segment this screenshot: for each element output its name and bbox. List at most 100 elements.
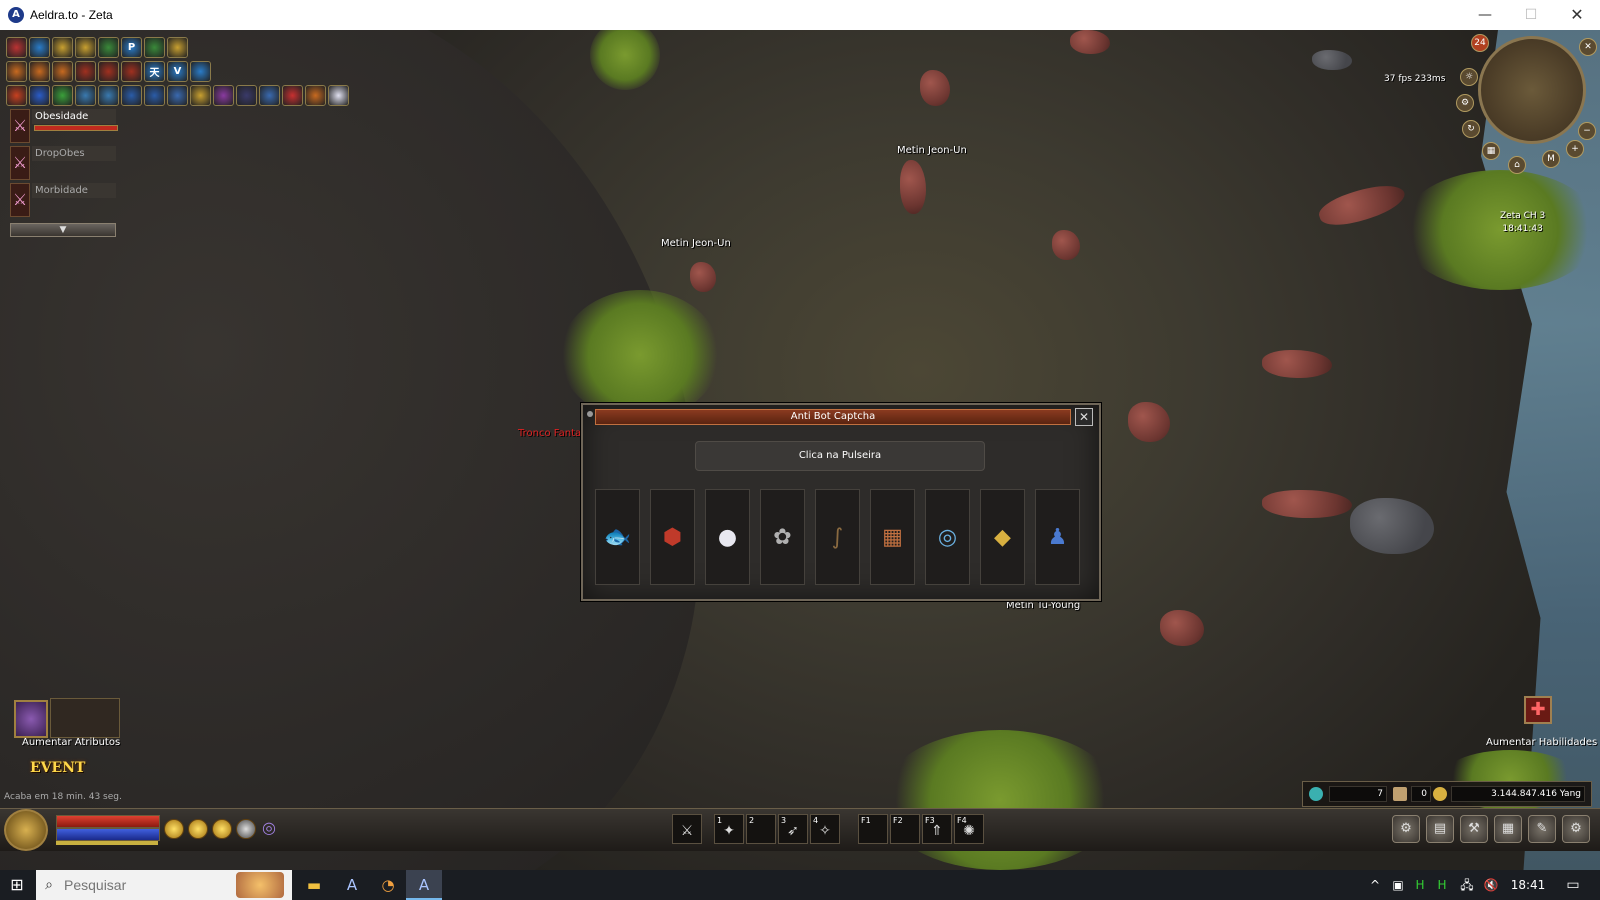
skill-icon[interactable] — [144, 37, 165, 58]
quickslot[interactable]: 1 ✦ — [714, 814, 744, 844]
quickslot[interactable]: F3 ⇑ — [922, 814, 952, 844]
quickslot[interactable]: F1 — [858, 814, 888, 844]
volume-muted-icon[interactable]: 🔇 — [1480, 870, 1502, 900]
party-member[interactable]: ⚔ Obesidade — [10, 109, 118, 143]
captcha-item-slot[interactable]: ⬢ — [650, 489, 695, 585]
quickslot[interactable]: 2 — [746, 814, 776, 844]
skill-icon[interactable] — [29, 37, 50, 58]
captcha-title[interactable]: Anti Bot Captcha — [595, 409, 1071, 425]
skill-icon[interactable] — [98, 37, 119, 58]
captcha-item-slot[interactable]: ● — [705, 489, 750, 585]
party-member[interactable]: ⚔ Morbidade — [10, 183, 118, 217]
calendar-icon[interactable]: ▦ — [1482, 142, 1500, 160]
skill-icon[interactable] — [75, 61, 96, 82]
skill-icon[interactable] — [98, 61, 119, 82]
event-button[interactable]: EVENT — [30, 760, 85, 776]
metin-stone[interactable] — [1052, 230, 1080, 260]
character-portrait[interactable] — [14, 700, 48, 738]
increase-skills-icon[interactable]: ✚ — [1524, 696, 1552, 724]
skill-icon[interactable]: P — [121, 37, 142, 58]
quickslot[interactable]: 4 ✧ — [810, 814, 840, 844]
buff-icon[interactable] — [29, 85, 50, 106]
buff-icon[interactable] — [121, 85, 142, 106]
zoom-in-icon[interactable]: + — [1566, 140, 1584, 158]
skill-icon[interactable] — [75, 37, 96, 58]
metin-stone[interactable] — [1262, 350, 1332, 378]
buff-icon[interactable] — [259, 85, 280, 106]
options-icon[interactable]: ⚙ — [1392, 815, 1420, 843]
metin-stone[interactable] — [1160, 610, 1204, 646]
party-member[interactable]: ⚔ DropObes — [10, 146, 118, 180]
game-patcher-icon[interactable]: ◔ — [370, 870, 406, 900]
captcha-item-slot[interactable]: ◎ — [925, 489, 970, 585]
metin-stone[interactable] — [690, 262, 716, 292]
increase-attributes-label[interactable]: Aumentar Atributos — [22, 737, 120, 748]
aeldra-game-taskbar-icon[interactable]: A — [406, 870, 442, 900]
zoom-out-icon[interactable]: − — [1578, 122, 1596, 140]
system-icon[interactable]: ⚙ — [1562, 815, 1590, 843]
captcha-item-slot[interactable]: ∫ — [815, 489, 860, 585]
skill-icon[interactable] — [52, 37, 73, 58]
minimap-close-icon[interactable]: ✕ — [1579, 38, 1597, 56]
taskbar-search[interactable]: ⌕ — [36, 870, 292, 900]
skill-icon[interactable] — [29, 61, 50, 82]
minimize-button[interactable]: — — [1462, 0, 1508, 30]
skill-icon[interactable] — [190, 61, 211, 82]
quickslot[interactable]: F2 — [890, 814, 920, 844]
dragon-soul-orb[interactable] — [236, 819, 256, 839]
world-map-icon[interactable]: ☼ — [1460, 68, 1478, 86]
aeldra-launcher-icon[interactable]: A — [334, 870, 370, 900]
character-icon[interactable]: ⚒ — [1460, 815, 1488, 843]
inventory-icon[interactable]: ▦ — [1494, 815, 1522, 843]
captcha-item-slot[interactable]: ◆ — [980, 489, 1025, 585]
quest-icon[interactable]: ✎ — [1528, 815, 1556, 843]
captcha-item-slot[interactable]: 🐟 — [595, 489, 640, 585]
maximize-button[interactable]: ☐ — [1508, 0, 1554, 30]
skill-icon[interactable] — [121, 61, 142, 82]
buff-icon[interactable] — [167, 85, 188, 106]
taskbar-clock[interactable]: 18:41 — [1506, 870, 1550, 900]
tray-app-icon[interactable]: H — [1432, 870, 1452, 900]
metin-stone[interactable] — [920, 70, 950, 106]
buff-icon[interactable] — [75, 85, 96, 106]
metin-stone[interactable] — [900, 160, 926, 214]
calendar-icon[interactable]: ▤ — [1426, 815, 1454, 843]
skill-icon[interactable] — [6, 37, 27, 58]
skill-icon[interactable]: 天 — [144, 61, 165, 82]
network-icon[interactable]: 🖧 — [1456, 870, 1478, 900]
search-input[interactable] — [62, 876, 226, 894]
buff-icon[interactable] — [6, 85, 27, 106]
skill-icon[interactable] — [6, 61, 27, 82]
captcha-item-slot[interactable]: ▦ — [870, 489, 915, 585]
tray-expand-icon[interactable]: ^ — [1364, 870, 1386, 900]
buff-icon[interactable] — [328, 85, 349, 106]
dragon-soul-orb[interactable] — [164, 819, 184, 839]
close-window-button[interactable]: ✕ — [1554, 0, 1600, 30]
game-viewport[interactable]: Metin Jeon-Un Metin Jeon-Un Metin Tu-You… — [0, 30, 1600, 870]
buff-icon[interactable] — [236, 85, 257, 106]
captcha-close-button[interactable]: ✕ — [1075, 408, 1093, 426]
tray-app-icon[interactable]: ▣ — [1388, 870, 1408, 900]
buff-icon[interactable] — [282, 85, 303, 106]
skill-icon[interactable] — [52, 61, 73, 82]
metin-stone[interactable] — [1315, 177, 1409, 233]
metin-stone[interactable] — [1262, 490, 1352, 518]
buff-icon[interactable] — [98, 85, 119, 106]
windows-start-icon[interactable]: ⊞ — [0, 870, 34, 900]
player-portrait[interactable] — [4, 809, 48, 851]
quickslot[interactable]: F4 ✺ — [954, 814, 984, 844]
minimap[interactable] — [1478, 36, 1586, 144]
metin-stone[interactable] — [1128, 402, 1170, 442]
skill-icon[interactable] — [167, 37, 188, 58]
captcha-item-slot[interactable]: ♟ — [1035, 489, 1080, 585]
file-explorer-icon[interactable]: ▬ — [296, 870, 332, 900]
dragon-soul-orb[interactable] — [188, 819, 208, 839]
buff-icon[interactable] — [52, 85, 73, 106]
quickslot[interactable]: ⚔ — [672, 814, 702, 844]
party-collapse-button[interactable]: ▼ — [10, 223, 116, 237]
buff-icon[interactable] — [305, 85, 326, 106]
increase-skills-label[interactable]: Aumentar Habilidades — [1486, 737, 1597, 748]
metin-stone[interactable] — [1070, 30, 1110, 54]
notifications-icon[interactable]: ▭ — [1556, 870, 1590, 900]
captcha-item-slot[interactable]: ✿ — [760, 489, 805, 585]
